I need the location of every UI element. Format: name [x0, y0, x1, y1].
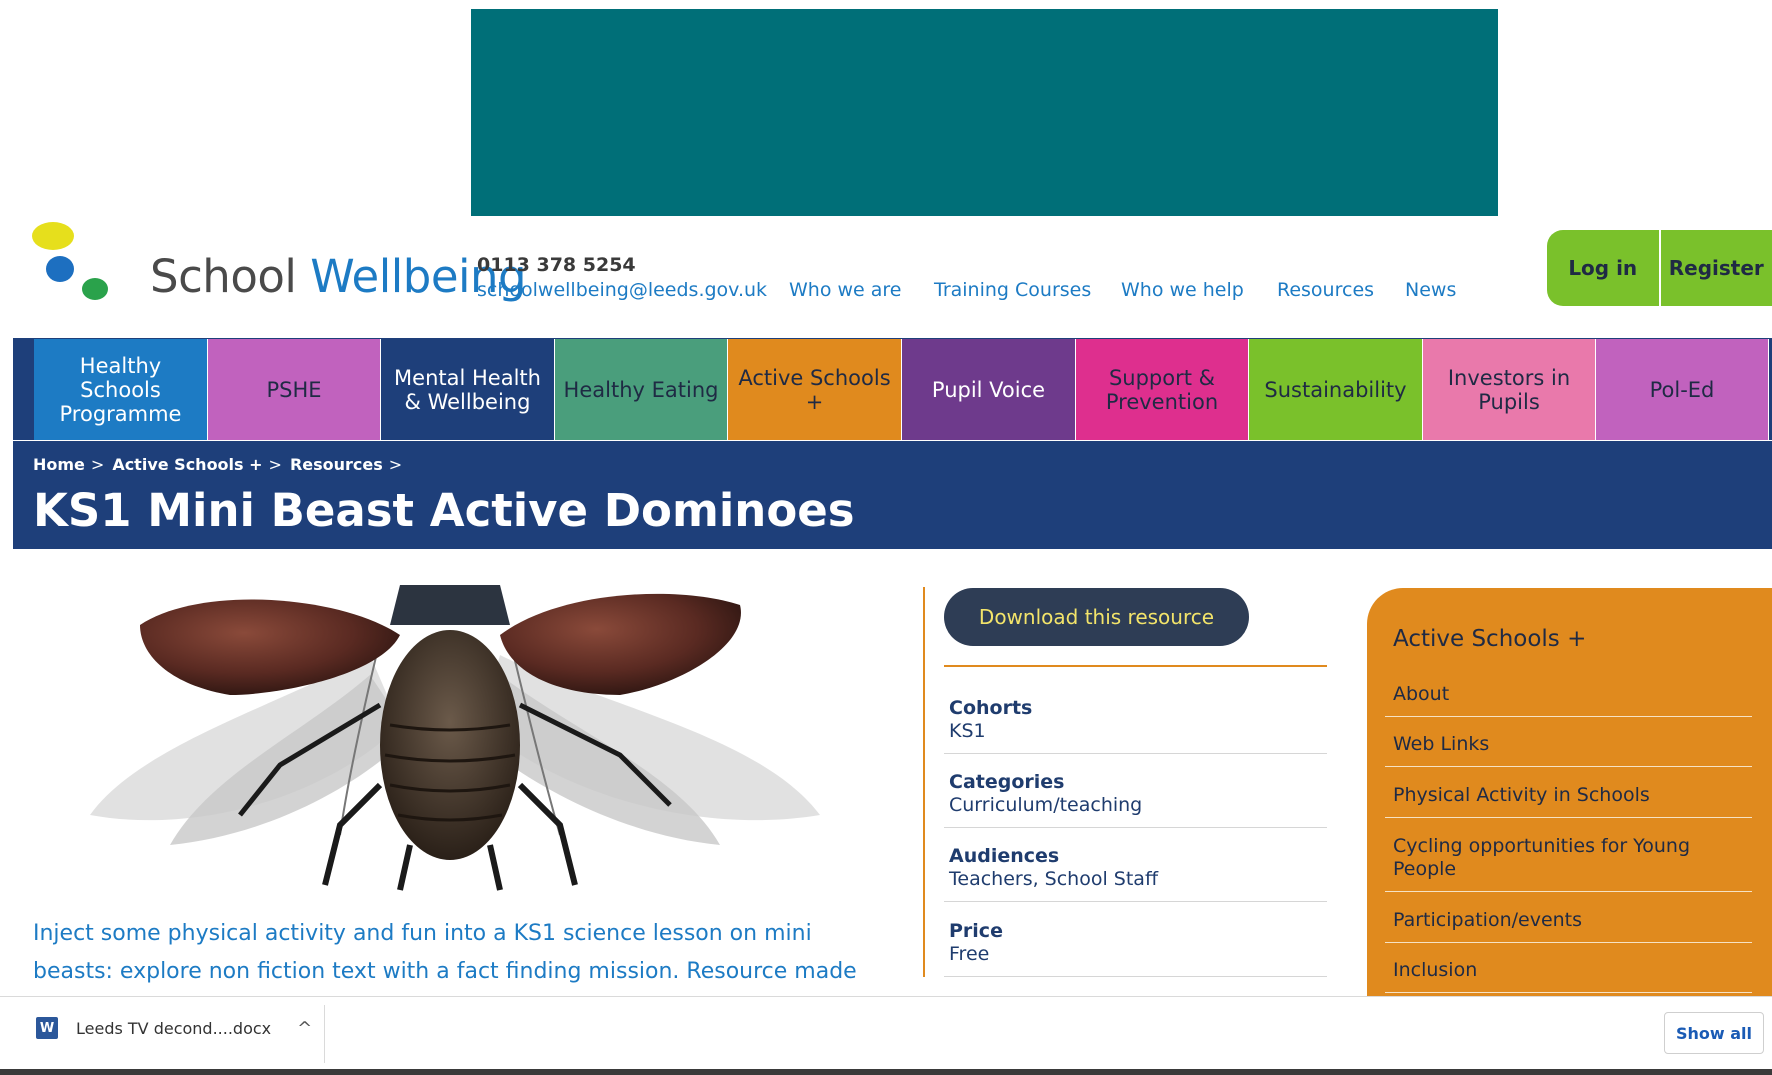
nav-news[interactable]: News — [1405, 279, 1456, 301]
category-pshe[interactable]: PSHE — [208, 339, 381, 440]
breadcrumb-resources[interactable]: Resources — [290, 455, 383, 474]
breadcrumb-active-schools[interactable]: Active Schools + — [112, 455, 262, 474]
taskbar-strip — [0, 1069, 1772, 1075]
chevron-up-icon[interactable]: ^ — [297, 1018, 312, 1039]
nav-who-we-are[interactable]: Who we are — [789, 279, 902, 301]
category-investors-in-pupils[interactable]: Investors in Pupils — [1423, 339, 1596, 440]
sidebar-item-cycling[interactable]: Cycling opportunities for Young People — [1385, 825, 1752, 892]
sidebar-item-inclusion[interactable]: Inclusion — [1385, 949, 1752, 993]
nav-resources[interactable]: Resources — [1277, 279, 1374, 301]
category-sustainability[interactable]: Sustainability — [1249, 339, 1423, 440]
breadcrumb-home[interactable]: Home — [33, 455, 85, 474]
meta-value: Teachers, School Staff — [949, 868, 1159, 890]
sidebar-item-web-links[interactable]: Web Links — [1385, 723, 1752, 767]
download-file-name: Leeds TV decond....docx — [76, 1018, 272, 1038]
meta-label: Categories — [949, 771, 1065, 793]
section-sidebar: Active Schools + About Web Links Physica… — [1367, 588, 1772, 1008]
email-link[interactable]: schoolwellbeing@leeds.gov.uk — [477, 279, 767, 301]
category-mental-health[interactable]: Mental Health & Wellbeing — [381, 339, 555, 440]
meta-price: Price Free — [944, 920, 1327, 977]
sidebar-item-physical-activity[interactable]: Physical Activity in Schools — [1385, 774, 1752, 818]
category-active-schools[interactable]: Active Schools + — [728, 339, 902, 440]
downloads-divider — [324, 1005, 325, 1063]
advert-banner[interactable] — [471, 9, 1498, 216]
download-resource-button[interactable]: Download this resource — [944, 588, 1249, 646]
sidebar-item-about[interactable]: About — [1385, 673, 1752, 717]
breadcrumb-separator: > — [90, 455, 105, 474]
meta-label: Price — [949, 920, 1003, 942]
meta-value: Curriculum/teaching — [949, 794, 1143, 816]
category-healthy-eating[interactable]: Healthy Eating — [555, 339, 728, 440]
meta-label: Audiences — [949, 845, 1060, 867]
logo-green-blob — [82, 278, 108, 300]
login-button[interactable]: Log in — [1547, 230, 1659, 306]
category-pol-ed[interactable]: Pol-Ed — [1596, 339, 1769, 440]
category-pupil-voice[interactable]: Pupil Voice — [902, 339, 1076, 440]
page-title: KS1 Mini Beast Active Dominoes — [33, 484, 855, 537]
logo-yellow-blob — [32, 222, 74, 250]
logo-blue-blob — [46, 256, 74, 282]
category-healthy-schools[interactable]: Healthy Schools Programme — [34, 339, 208, 440]
meta-audiences: Audiences Teachers, School Staff — [944, 845, 1327, 902]
section-divider — [944, 665, 1327, 667]
show-all-button[interactable]: Show all — [1664, 1012, 1764, 1054]
auth-buttons: Log in Register — [1547, 230, 1772, 306]
breadcrumb-separator: > — [268, 455, 282, 474]
logo-text: School Wellbeing — [150, 250, 527, 303]
nav-who-we-help[interactable]: Who we help — [1121, 279, 1244, 301]
meta-label: Cohorts — [949, 697, 1033, 719]
nav-training-courses[interactable]: Training Courses — [934, 279, 1091, 301]
meta-categories: Categories Curriculum/teaching — [944, 771, 1327, 828]
sidebar-title[interactable]: Active Schools + — [1393, 626, 1586, 652]
meta-value: KS1 — [949, 720, 986, 742]
beetle-image — [90, 585, 820, 891]
register-button[interactable]: Register — [1661, 230, 1772, 306]
category-support-prevention[interactable]: Support & Prevention — [1076, 339, 1249, 440]
logo-text-school: School — [150, 250, 311, 303]
word-document-icon: W — [36, 1017, 58, 1039]
sidebar-item-participation[interactable]: Participation/events — [1385, 899, 1752, 943]
breadcrumb: Home > Active Schools + > Resources > — [33, 455, 410, 474]
breadcrumb-separator: > — [388, 455, 403, 474]
meta-cohorts: Cohorts KS1 — [944, 697, 1327, 754]
column-divider — [923, 587, 925, 977]
phone-number: 0113 378 5254 — [477, 254, 636, 276]
download-item[interactable]: W Leeds TV decond....docx ^ — [36, 1017, 312, 1039]
meta-value: Free — [949, 943, 990, 965]
school-wellbeing-logo[interactable]: School Wellbeing — [30, 220, 527, 310]
